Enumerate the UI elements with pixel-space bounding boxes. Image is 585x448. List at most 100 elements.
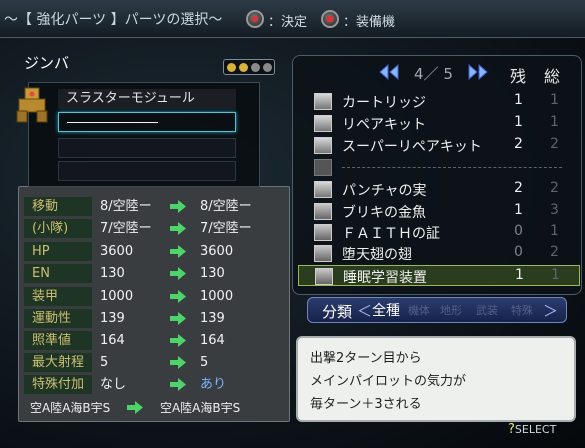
stat-before: 3600	[100, 244, 134, 259]
category-option-unit[interactable]: 機体	[408, 302, 430, 318]
stat-before: 1000	[100, 289, 134, 304]
stat-row-hp: HP 3600 3600	[24, 242, 286, 262]
part-row-selected[interactable]: 睡眠学習装置 1 1	[298, 265, 580, 286]
part-remaining: 1	[515, 267, 524, 283]
equip-slot-1[interactable]: スラスターモジュール	[58, 89, 236, 109]
page-current: 4	[414, 65, 424, 83]
part-total: 3	[550, 202, 559, 218]
stat-before: 5	[100, 355, 109, 370]
part-row[interactable]: ＦＡＩＴＨの証 0 1	[314, 222, 566, 243]
stat-row-max-range: 最大射程 5 5	[24, 353, 286, 373]
part-row[interactable]: スーパーリペアキット 2 2	[314, 135, 566, 156]
terrain-before: 空A陸A海B宇S	[30, 401, 111, 415]
column-total: 総	[544, 67, 561, 86]
category-prev-icon[interactable]: ＜	[357, 300, 372, 321]
stat-after: 164	[200, 333, 225, 348]
description-line: メインパイロットの気力が	[310, 374, 467, 389]
category-option-special[interactable]: 特殊	[511, 302, 533, 318]
category-option-terrain[interactable]: 地形	[440, 302, 462, 318]
arrow-right-icon	[170, 290, 186, 303]
module-icon	[314, 137, 332, 154]
description-line: 出撃2ターン目から	[310, 351, 422, 366]
page-prev-icon[interactable]	[378, 64, 400, 80]
part-name: リペアキット	[342, 117, 426, 133]
stat-label: HP	[24, 242, 92, 261]
part-total: 2	[550, 180, 559, 196]
part-row[interactable]: カートリッジ 1 1	[314, 91, 566, 112]
arrow-right-icon	[170, 334, 186, 347]
star-icon	[314, 224, 332, 241]
part-total: 1	[551, 267, 560, 283]
slot-dot	[227, 63, 236, 72]
stat-before: 8/空陸ー	[100, 199, 152, 214]
module-icon	[314, 181, 332, 198]
part-remaining: 2	[514, 180, 523, 196]
slot-dot	[263, 63, 272, 72]
category-next-icon[interactable]: ＞	[543, 300, 558, 321]
arrow-right-icon	[170, 222, 186, 235]
arrow-right-icon	[170, 356, 186, 369]
part-total: 2	[550, 136, 559, 152]
stat-label: 運動性	[24, 309, 92, 328]
stat-label: 移動	[24, 197, 92, 216]
stat-row-armor: 装甲 1000 1000	[24, 287, 286, 307]
screen-title: ～【 強化パーツ 】パーツの選択～	[4, 12, 223, 28]
part-remaining: 1	[514, 92, 523, 108]
part-name: ＦＡＩＴＨの証	[342, 226, 440, 242]
terrain-row: 空A陸A海B宇S 空A陸A海B宇S	[30, 399, 240, 416]
stat-row-squad-move: (小隊) 7/空陸ー 7/空陸ー	[24, 219, 286, 239]
category-option-all[interactable]: 全種	[372, 300, 400, 320]
part-row[interactable]: パンチャの実 2 2	[314, 179, 566, 200]
stat-after: 8/空陸ー	[200, 199, 252, 214]
part-remaining: 1	[514, 114, 523, 130]
arrow-right-icon	[170, 312, 186, 325]
part-row-empty[interactable]	[314, 157, 566, 178]
category-option-weapon[interactable]: 武装	[476, 302, 498, 318]
unit-name: ジンバ	[24, 54, 70, 72]
module-icon	[314, 115, 332, 132]
slot-dot	[239, 63, 248, 72]
equip-slot-4[interactable]	[58, 161, 236, 181]
slot-dot	[251, 63, 260, 72]
part-total: 1	[550, 92, 559, 108]
arrow-right-icon	[170, 200, 186, 213]
slot-count-indicator	[223, 59, 275, 75]
arrow-right-icon	[170, 378, 186, 391]
stat-label: EN	[24, 264, 92, 283]
stat-after: 130	[200, 266, 225, 281]
arrow-right-icon	[127, 401, 144, 414]
module-icon	[314, 93, 332, 110]
star-icon	[314, 245, 332, 262]
part-row[interactable]: リペアキット 1 1	[314, 113, 566, 134]
part-remaining: 0	[514, 223, 523, 239]
part-row[interactable]: 堕天翅の翅 0 2	[314, 243, 566, 264]
stat-after: 1000	[200, 289, 234, 304]
unit-portrait-icon	[16, 87, 48, 123]
part-remaining: 2	[514, 136, 523, 152]
select-hint-label: SELECT	[514, 423, 557, 436]
stat-label: 最大射程	[24, 353, 92, 372]
stat-label: 装甲	[24, 287, 92, 306]
arrow-right-icon	[170, 245, 186, 258]
empty-slot-icon	[314, 159, 332, 176]
stat-before: 164	[100, 333, 125, 348]
confirm-label: ：決定	[268, 15, 308, 30]
equip-slot-3[interactable]	[58, 138, 236, 158]
confirm-button-icon	[246, 10, 264, 28]
part-name: ブリキの金魚	[342, 205, 426, 221]
part-name: パンチャの実	[342, 183, 427, 199]
stat-label: 照準値	[24, 331, 92, 350]
stat-after: 3600	[200, 244, 234, 259]
stat-row-special: 特殊付加 なし あり	[24, 375, 286, 395]
select-hint: ?SELECT	[508, 422, 556, 437]
part-total: 2	[550, 244, 559, 260]
part-row[interactable]: ブリキの金魚 1 3	[314, 201, 566, 222]
page-next-icon[interactable]	[467, 64, 489, 80]
page-indicator: 4／ 5	[414, 65, 453, 83]
stat-after: 139	[200, 311, 225, 326]
stat-before: 139	[100, 311, 125, 326]
equip-slot-2[interactable]: ―――――――	[58, 112, 236, 132]
description-line: 毎ターン＋3される	[310, 397, 422, 412]
part-name: スーパーリペアキット	[342, 139, 482, 155]
part-total: 1	[550, 223, 559, 239]
